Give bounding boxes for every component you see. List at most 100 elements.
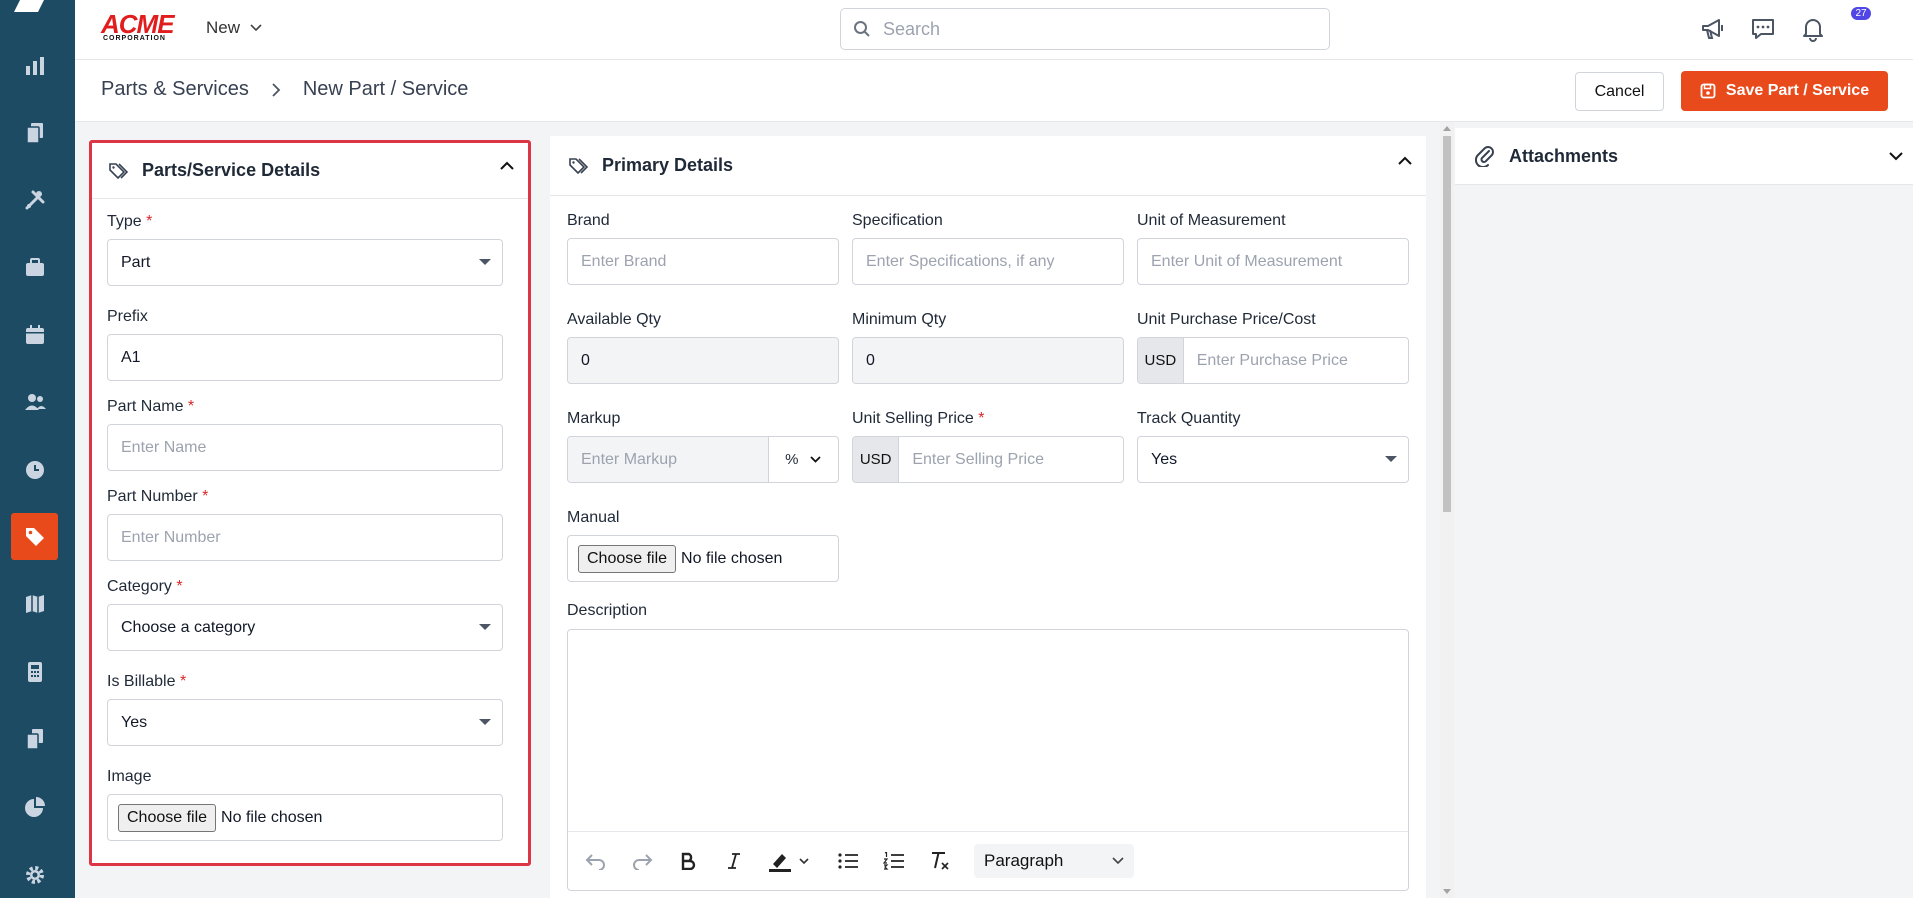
nav-documents[interactable]: [11, 109, 58, 156]
nav-invoices[interactable]: [11, 715, 58, 762]
category-label: Category: [107, 578, 172, 595]
nav-estimates[interactable]: [11, 648, 58, 695]
undo-button[interactable]: [584, 849, 608, 873]
highlight-button[interactable]: [768, 849, 814, 873]
breadcrumb: Parts & Services New Part / Service: [101, 78, 468, 101]
image-file-input[interactable]: Choose file No file chosen: [107, 794, 503, 841]
bold-button[interactable]: [676, 849, 700, 873]
editor-toolbar: Paragraph: [568, 831, 1408, 890]
chevron-up-icon[interactable]: [500, 161, 514, 170]
available-qty-input: 0: [567, 337, 839, 384]
type-value: Part: [107, 239, 503, 286]
save-button-label: Save Part / Service: [1725, 82, 1870, 99]
purchase-price-input[interactable]: Enter Purchase Price: [1183, 338, 1408, 383]
content-scrollbar[interactable]: [1440, 122, 1454, 898]
search-box[interactable]: [840, 8, 1330, 50]
breadcrumb-parent-link[interactable]: Parts & Services: [101, 78, 249, 101]
megaphone-icon: [1702, 19, 1723, 39]
nav-tools[interactable]: [11, 176, 58, 223]
save-part-service-button[interactable]: Save Part / Service: [1681, 71, 1888, 111]
nav-time[interactable]: [11, 446, 58, 493]
search-input[interactable]: [883, 18, 1283, 40]
nav-reports[interactable]: [11, 783, 58, 830]
bullet-list-button[interactable]: [836, 849, 860, 873]
chevron-down-icon: [810, 456, 822, 463]
notifications-button[interactable]: [1799, 15, 1827, 43]
panel-header[interactable]: Parts/Service Details: [92, 143, 528, 199]
nav-customers[interactable]: [11, 378, 58, 425]
announcements-button[interactable]: [1699, 15, 1727, 43]
nav-calendar[interactable]: [11, 311, 58, 358]
minimum-qty-label: Minimum Qty: [852, 311, 947, 328]
part-number-input[interactable]: Enter Number: [107, 514, 503, 561]
brand-logo[interactable]: ACME CORPORATION: [101, 11, 177, 45]
purchase-price-group: USD Enter Purchase Price: [1137, 337, 1409, 384]
billable-label: Is Billable: [107, 673, 176, 690]
description-editor[interactable]: Paragraph: [567, 629, 1409, 891]
selling-price-label: Unit Selling Price: [852, 410, 974, 427]
scroll-down-arrow-icon[interactable]: [1443, 889, 1451, 895]
paragraph-style-select[interactable]: Paragraph: [974, 844, 1134, 878]
prefix-input[interactable]: A1: [107, 334, 503, 381]
caret-down-icon: [1385, 456, 1397, 462]
copy-documents-icon: [25, 728, 43, 750]
billable-select[interactable]: Yes: [107, 699, 503, 746]
tags-icon: [109, 162, 128, 179]
nav-dashboard[interactable]: [11, 42, 58, 89]
panel-header[interactable]: Primary Details: [550, 136, 1426, 196]
markup-field: Markup Enter Markup %: [567, 410, 839, 483]
brand-field: Brand Enter Brand: [567, 212, 839, 285]
markup-label: Markup: [567, 410, 621, 427]
part-number-label: Part Number: [107, 488, 198, 505]
currency-addon: USD: [1138, 338, 1184, 383]
choose-file-button[interactable]: Choose file: [118, 803, 217, 832]
choose-file-button[interactable]: Choose file: [578, 544, 677, 573]
brand-name: ACME: [101, 9, 175, 39]
manual-file-input[interactable]: Choose file No file chosen: [567, 535, 839, 582]
parts-service-details-panel: Parts/Service Details Type * Part Prefix…: [89, 140, 531, 866]
part-name-input[interactable]: Enter Name: [107, 424, 503, 471]
category-select[interactable]: Choose a category: [107, 604, 503, 651]
paragraph-style-value: Paragraph: [984, 851, 1064, 870]
chevron-down-icon: [250, 24, 262, 32]
available-qty-field: Available Qty 0: [567, 311, 839, 384]
numbered-list-button[interactable]: [882, 849, 906, 873]
attachments-header[interactable]: Attachments: [1455, 128, 1913, 185]
track-quantity-select[interactable]: Yes: [1137, 436, 1409, 483]
uom-input[interactable]: Enter Unit of Measurement: [1137, 238, 1409, 285]
specification-input[interactable]: Enter Specifications, if any: [852, 238, 1124, 285]
scrollbar-thumb[interactable]: [1443, 136, 1451, 512]
italic-button[interactable]: [722, 849, 746, 873]
track-quantity-label: Track Quantity: [1137, 410, 1241, 427]
tag-icon: [25, 527, 44, 546]
manual-label: Manual: [567, 509, 620, 526]
description-label: Description: [567, 602, 648, 619]
currency-addon: USD: [853, 437, 900, 482]
nav-map[interactable]: [11, 580, 58, 627]
selling-price-input[interactable]: Enter Selling Price: [899, 437, 1123, 482]
messages-button[interactable]: [1749, 15, 1777, 43]
nav-parts-services[interactable]: [11, 513, 58, 560]
scroll-up-arrow-icon[interactable]: [1443, 125, 1451, 131]
selling-price-field: Unit Selling Price * USD Enter Selling P…: [852, 410, 1124, 483]
caret-down-icon: [479, 719, 491, 725]
clear-format-button[interactable]: [928, 849, 952, 873]
nav-settings[interactable]: [11, 851, 58, 898]
bold-icon: [681, 852, 696, 870]
new-menu[interactable]: New: [206, 18, 262, 38]
redo-button[interactable]: [630, 849, 654, 873]
type-select[interactable]: Part: [107, 239, 503, 286]
brand-input[interactable]: Enter Brand: [567, 238, 839, 285]
cancel-button[interactable]: Cancel: [1575, 72, 1664, 111]
caret-down-icon: [479, 259, 491, 265]
chevron-down-icon[interactable]: [1889, 152, 1903, 161]
purchase-price-field: Unit Purchase Price/Cost USD Enter Purch…: [1137, 311, 1409, 384]
minimum-qty-field: Minimum Qty 0: [852, 311, 1124, 384]
chevron-up-icon[interactable]: [1398, 156, 1412, 165]
calculator-icon: [27, 661, 42, 682]
app-logo-icon[interactable]: [14, 0, 44, 12]
search-icon: [854, 21, 870, 37]
bar-chart-icon: [25, 56, 44, 75]
nav-jobs[interactable]: [11, 244, 58, 291]
markup-unit-select[interactable]: %: [769, 437, 838, 482]
